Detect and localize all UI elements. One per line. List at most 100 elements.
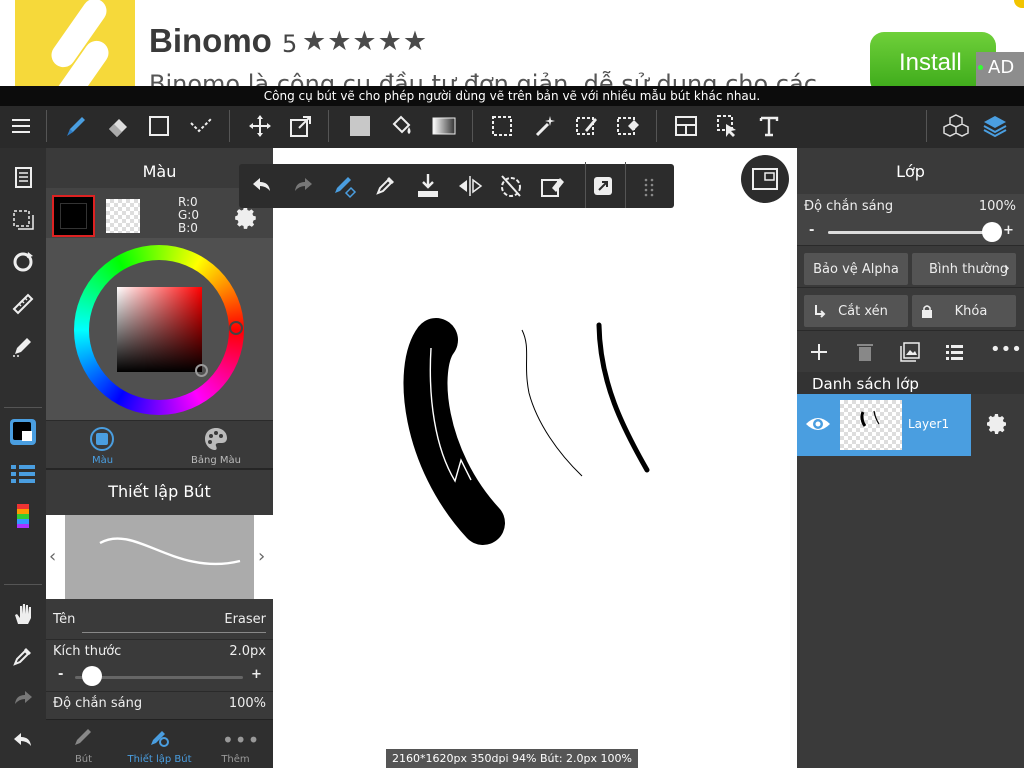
ad-choices-icon[interactable] [1014, 0, 1024, 8]
ad-description: Binomo là công cụ đầu tư đơn giản, dễ sử… [149, 70, 817, 86]
layer-list-icon[interactable] [946, 343, 964, 365]
color-swatch-icon[interactable] [5, 414, 41, 450]
tab-palette-icon[interactable] [203, 426, 229, 456]
brush-opacity-label: Độ chắn sáng [53, 696, 143, 711]
tab-more-label[interactable]: Thêm [198, 754, 273, 765]
magic-wand-icon[interactable] [527, 108, 563, 144]
ruler-icon[interactable] [5, 286, 41, 322]
select-pen-icon[interactable] [183, 108, 219, 144]
float-clear-icon[interactable] [540, 174, 566, 202]
brush-prev-icon[interactable]: ‹ [49, 546, 56, 567]
page-manager-icon[interactable] [5, 160, 41, 196]
tooltip-bar: Công cụ bút vẽ cho phép người dùng vẽ tr… [0, 86, 1024, 106]
color-settings-gear-icon[interactable] [233, 205, 259, 235]
status-bar: 2160*1620px 350dpi 94% Bút: 2.0px 100% [386, 749, 638, 768]
gradient-tool-icon[interactable] [426, 108, 462, 144]
layer-name: Layer1 [908, 417, 950, 431]
float-undo-icon[interactable] [251, 175, 273, 199]
sub-color-swatch[interactable] [106, 199, 140, 233]
hand-tool-icon[interactable] [5, 596, 41, 632]
palette-strip-icon[interactable] [5, 498, 41, 534]
saturation-box[interactable] [117, 287, 202, 372]
select-eraser-icon[interactable] [610, 108, 646, 144]
brush-name-label: Tên [53, 612, 76, 627]
float-save-icon[interactable] [416, 173, 440, 203]
tab-color-label[interactable]: Màu [46, 455, 159, 466]
clip-arrow-icon [815, 305, 826, 318]
tab-brush-settings-label[interactable]: Thiết lập Bút [121, 754, 198, 765]
pen-tool-icon[interactable] [58, 108, 94, 144]
materials-icon[interactable] [938, 108, 974, 144]
eye-icon[interactable] [804, 414, 832, 434]
tab-brush-icon[interactable] [72, 726, 94, 752]
layer-opacity-value: 100% [978, 199, 1016, 214]
blend-mode-button[interactable]: Bình thường › [912, 253, 1016, 285]
eraser-tool-icon[interactable] [100, 108, 136, 144]
layer-list-title: Danh sách lớp [812, 375, 919, 393]
tab-brush-label[interactable]: Bút [46, 754, 121, 765]
frame-divide-icon[interactable] [668, 108, 704, 144]
brush-opacity-value: 100% [228, 696, 266, 711]
float-eraser-pen-icon[interactable] [332, 173, 358, 203]
brush-size-handle[interactable] [81, 666, 102, 686]
float-eyedropper-icon[interactable] [375, 174, 397, 200]
operation-tool-icon[interactable] [710, 108, 746, 144]
layer-more-icon[interactable]: ••• [990, 339, 1022, 360]
layers-icon[interactable] [977, 108, 1013, 144]
ad-banner[interactable]: Binomo 5 ★★★★★ Binomo là công cụ đầu tư … [0, 0, 1024, 86]
tab-more-icon[interactable]: ••• [222, 728, 260, 752]
float-flip-icon[interactable] [457, 175, 483, 201]
rgb-readout: R:0 G:0 B:0 [178, 195, 199, 235]
select-rect-icon[interactable] [484, 108, 520, 144]
float-share-icon[interactable] [593, 176, 613, 200]
tab-brush-settings-icon[interactable] [148, 726, 170, 752]
fill-color-icon[interactable] [342, 108, 378, 144]
lock-icon [922, 305, 932, 318]
float-handle-icon[interactable] [643, 177, 657, 201]
move-tool-icon[interactable] [242, 108, 278, 144]
redo-icon[interactable] [5, 680, 41, 716]
menu-icon[interactable] [3, 108, 39, 144]
saturation-handle[interactable] [195, 364, 208, 377]
brush-size-value: 2.0px [229, 644, 266, 659]
layer-settings-gear-icon[interactable] [985, 412, 1009, 440]
text-tool-icon[interactable] [751, 108, 787, 144]
delete-layer-icon[interactable] [856, 342, 874, 366]
brush-size-minus[interactable]: - [58, 667, 63, 682]
snap-pen-icon[interactable] [5, 328, 41, 364]
eyedropper-icon[interactable] [5, 638, 41, 674]
float-reset-rotate-icon[interactable] [498, 173, 524, 203]
select-pen-tool-icon[interactable] [569, 108, 605, 144]
ad-title: Binomo [149, 22, 272, 59]
layer-opacity-minus[interactable]: - [809, 223, 814, 238]
rotate-canvas-icon[interactable] [5, 244, 41, 280]
protect-alpha-button[interactable]: Bảo vệ Alpha [804, 253, 908, 285]
brush-size-label: Kích thước [53, 644, 122, 659]
brush-list-icon[interactable] [5, 456, 41, 492]
brush-size-plus[interactable]: + [251, 667, 262, 682]
bucket-tool-icon[interactable] [384, 108, 420, 144]
rectangle-tool-icon[interactable] [141, 108, 177, 144]
lock-button[interactable]: Khóa [912, 295, 1016, 327]
ad-rating: 5 [282, 30, 298, 58]
add-image-layer-icon[interactable] [900, 342, 920, 366]
brush-name-value[interactable]: Eraser [224, 612, 266, 627]
tab-palette-label[interactable]: Bảng Màu [159, 455, 273, 466]
clipping-button[interactable]: Cắt xén [804, 295, 908, 327]
add-layer-icon[interactable] [809, 342, 829, 366]
lock-label: Khóa [954, 303, 988, 319]
navigator-icon [752, 168, 778, 190]
ad-dot [978, 65, 983, 70]
brush-stroke-preview [99, 537, 241, 566]
layer-opacity-handle[interactable] [982, 222, 1002, 242]
undo-icon[interactable] [5, 722, 41, 758]
tab-color-icon[interactable] [89, 426, 115, 456]
transform-tool-icon[interactable] [283, 108, 319, 144]
selection-layer-icon[interactable] [5, 202, 41, 238]
brush-next-icon[interactable]: › [258, 546, 265, 567]
layer-panel-title: Lớp [896, 162, 925, 181]
blend-mode-label: Bình thường [929, 261, 1009, 277]
hue-handle[interactable] [229, 321, 243, 335]
float-redo-icon[interactable] [292, 175, 314, 199]
layer-opacity-plus[interactable]: + [1003, 223, 1014, 238]
